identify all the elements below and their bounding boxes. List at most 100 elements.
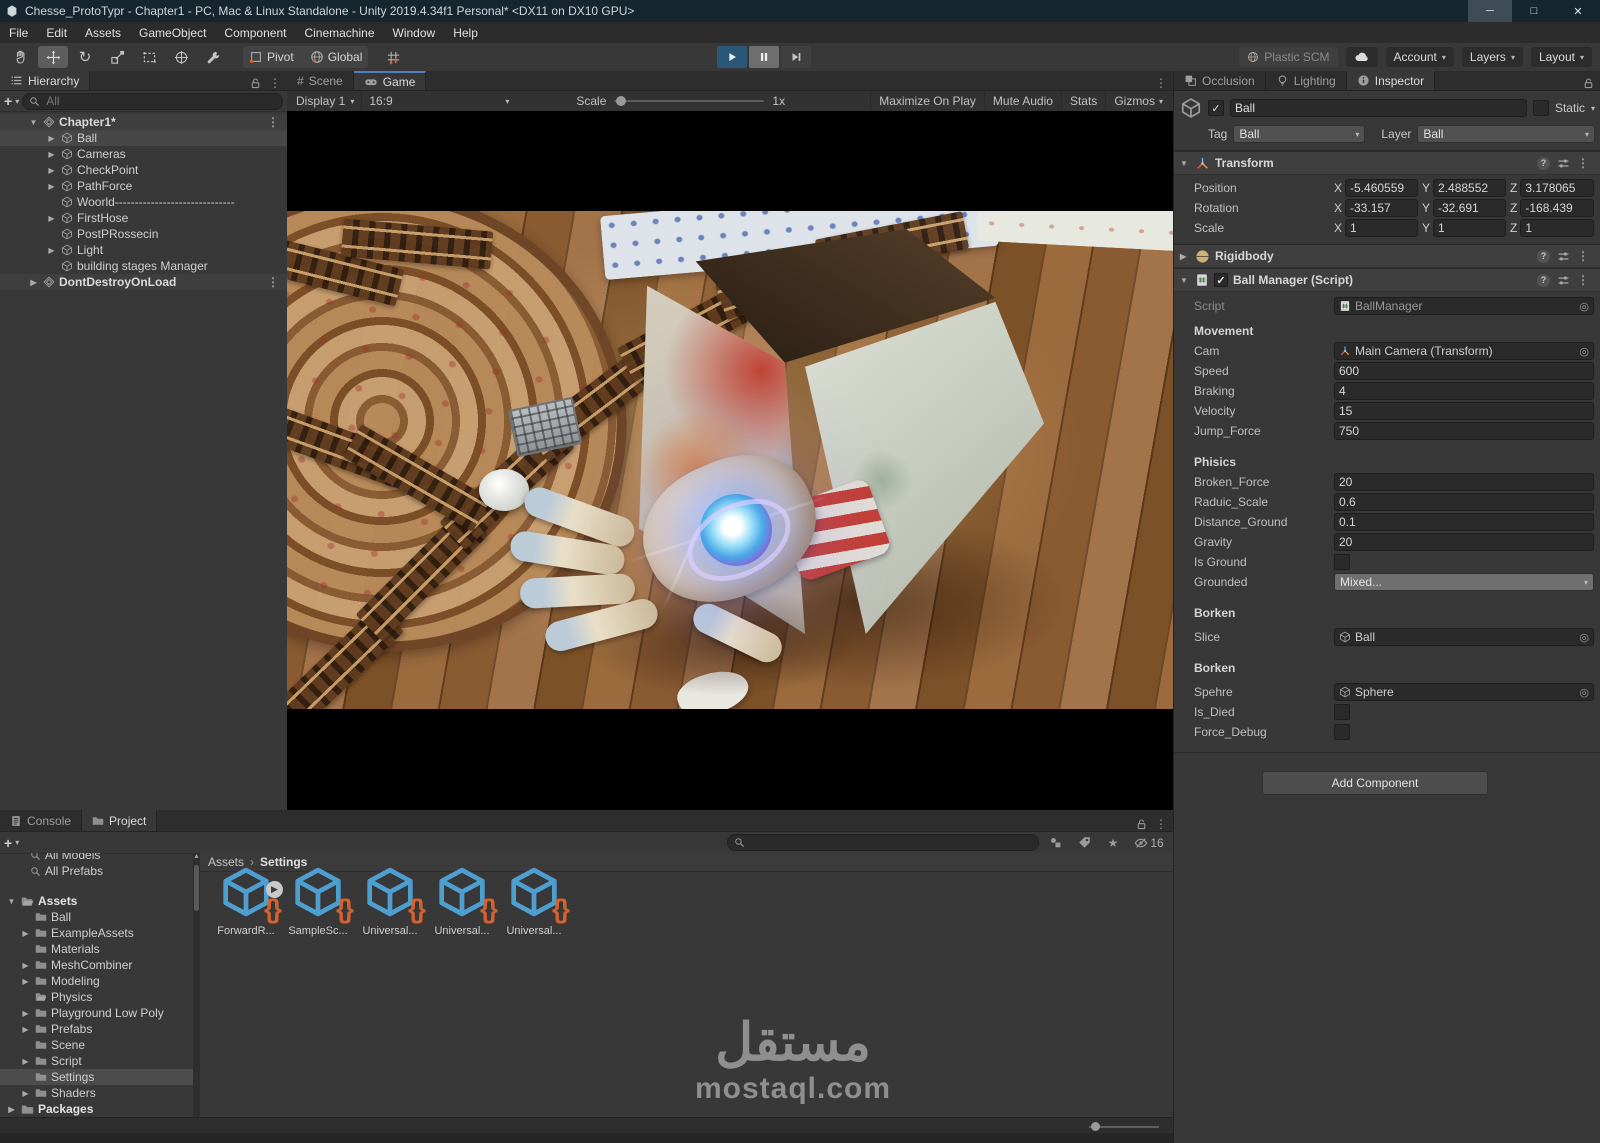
lock-icon[interactable] — [1582, 77, 1595, 90]
tree-item-playground-low-poly[interactable]: ▶ Playground Low Poly — [0, 1005, 200, 1021]
pause-button[interactable] — [749, 46, 779, 68]
tab-lighting[interactable]: Lighting — [1265, 71, 1347, 90]
tree-item-assets[interactable]: ▼ Assets — [0, 893, 200, 909]
active-checkbox[interactable]: ✓ — [1208, 100, 1224, 116]
object-picker-icon[interactable]: ◎ — [1579, 686, 1589, 699]
pivot-toggle[interactable]: Pivot — [267, 50, 294, 64]
scale-x-field[interactable] — [1345, 219, 1418, 237]
slice-object-field[interactable]: Ball ◎ — [1334, 628, 1594, 646]
mute-audio-button[interactable]: Mute Audio — [983, 91, 1061, 111]
kebab-menu-icon[interactable]: ⋮ — [1155, 817, 1167, 831]
hierarchy-item[interactable]: ▶ FirstHose — [0, 210, 287, 226]
project-search[interactable] — [727, 834, 1039, 851]
hierarchy-item[interactable]: ▶ Cameras — [0, 146, 287, 162]
minimize-button[interactable]: ─ — [1468, 0, 1512, 22]
rotation-y-field[interactable] — [1433, 199, 1506, 217]
custom-tool-button[interactable] — [198, 46, 228, 68]
asset-item[interactable]: {} SampleSc... — [286, 867, 354, 937]
tree-item-meshcombiner[interactable]: ▶ MeshCombiner — [0, 957, 200, 973]
asset-item[interactable]: {} Universal... — [358, 867, 426, 937]
hierarchy-item[interactable]: ▶ Ball — [0, 130, 287, 146]
add-gameobject-button[interactable]: + — [4, 93, 12, 109]
thumbnail-size-slider[interactable] — [1089, 1121, 1159, 1131]
tree-item-script[interactable]: ▶ Script — [0, 1053, 200, 1069]
slider-knob[interactable] — [1091, 1121, 1100, 1131]
menu-window[interactable]: Window — [384, 22, 445, 43]
tree-item-ball[interactable]: Ball — [0, 909, 200, 925]
project-tree-scrollbar[interactable]: ▲ — [193, 853, 200, 1117]
component-enabled-checkbox[interactable]: ✓ — [1214, 273, 1228, 287]
tab-scene[interactable]: # Scene — [287, 71, 354, 90]
search-by-type-button[interactable] — [1042, 836, 1068, 849]
spehre-object-field[interactable]: Sphere ◎ — [1334, 683, 1594, 701]
tab-console[interactable]: Console — [0, 810, 83, 831]
menu-gameobject[interactable]: GameObject — [130, 22, 215, 43]
maximize-button[interactable]: □ — [1512, 0, 1556, 22]
grid-snap-button[interactable] — [378, 46, 408, 68]
velocity-field[interactable] — [1334, 402, 1594, 420]
presets-icon[interactable] — [1557, 157, 1570, 170]
global-toggle[interactable]: Global — [328, 50, 363, 64]
is-died-checkbox[interactable] — [1334, 704, 1350, 720]
menu-edit[interactable]: Edit — [37, 22, 76, 43]
object-picker-icon[interactable]: ◎ — [1579, 300, 1589, 313]
tab-project[interactable]: Project — [82, 810, 158, 831]
search-by-label-button[interactable] — [1071, 836, 1097, 849]
hierarchy-search[interactable] — [22, 92, 283, 110]
raduic-scale-field[interactable] — [1334, 493, 1594, 511]
rotation-z-field[interactable] — [1520, 199, 1594, 217]
kebab-menu-icon[interactable]: ⋮ — [1155, 76, 1167, 90]
tree-item-packages[interactable]: ▶ Packages — [0, 1101, 200, 1117]
saved-search-all-prefabs[interactable]: All Prefabs — [0, 863, 200, 879]
play-button[interactable] — [717, 46, 747, 68]
account-dropdown[interactable]: Account ▾ — [1385, 47, 1454, 67]
cam-object-field[interactable]: Main Camera (Transform) ◎ — [1334, 342, 1594, 360]
static-checkbox[interactable] — [1532, 100, 1549, 116]
transform-tool-button[interactable] — [166, 46, 196, 68]
hierarchy-item[interactable]: building stages Manager — [0, 258, 287, 274]
hierarchy-item-dontdestroy[interactable]: ▶ DontDestroyOnLoad ⋮ — [0, 274, 287, 290]
tab-hierarchy[interactable]: Hierarchy — [0, 71, 91, 90]
tab-occlusion[interactable]: Occlusion — [1174, 71, 1266, 90]
hierarchy-item[interactable]: ▶ Light — [0, 242, 287, 258]
kebab-menu-icon[interactable]: ⋮ — [267, 115, 287, 129]
tree-item-settings[interactable]: Settings — [0, 1069, 200, 1085]
menu-cinemachine[interactable]: Cinemachine — [295, 22, 383, 43]
chevron-down-icon[interactable]: ▾ — [1591, 104, 1595, 113]
tab-inspector[interactable]: Inspector — [1346, 71, 1436, 90]
move-tool-button[interactable] — [38, 46, 68, 68]
kebab-menu-icon[interactable]: ⋮ — [267, 275, 287, 289]
saved-search-all-models[interactable]: All Models — [0, 853, 200, 863]
help-icon[interactable]: ? — [1537, 273, 1550, 287]
presets-icon[interactable] — [1557, 250, 1570, 263]
broken-force-field[interactable] — [1334, 473, 1594, 491]
help-icon[interactable]: ? — [1537, 249, 1550, 263]
kebab-menu-icon[interactable]: ⋮ — [1577, 249, 1589, 263]
project-search-input[interactable] — [749, 834, 1032, 851]
scale-tool-button[interactable] — [102, 46, 132, 68]
object-picker-icon[interactable]: ◎ — [1579, 631, 1589, 644]
tab-game[interactable]: Game — [353, 71, 427, 90]
hierarchy-item-scene[interactable]: ▼ Chapter1* ⋮ — [0, 114, 287, 130]
game-viewport[interactable] — [287, 111, 1173, 810]
menu-component[interactable]: Component — [215, 22, 295, 43]
presets-icon[interactable] — [1557, 274, 1570, 287]
transform-component-header[interactable]: ▼ Transform ? ⋮ — [1174, 151, 1600, 175]
kebab-menu-icon[interactable]: ⋮ — [1577, 273, 1589, 287]
step-button[interactable] — [781, 46, 811, 68]
gameobject-name-field[interactable] — [1230, 99, 1527, 117]
distance-ground-field[interactable] — [1334, 513, 1594, 531]
scale-slider[interactable] — [614, 96, 765, 106]
hierarchy-item[interactable]: PostPRossecin — [0, 226, 287, 242]
jump-force-field[interactable] — [1334, 422, 1594, 440]
hand-tool-button[interactable] — [6, 46, 36, 68]
tree-item-scene[interactable]: Scene — [0, 1037, 200, 1053]
hierarchy-item[interactable]: Woorld------------------------------ — [0, 194, 287, 210]
grounded-dropdown[interactable]: Mixed... ▾ — [1334, 573, 1594, 591]
menu-help[interactable]: Help — [444, 22, 487, 43]
is-ground-checkbox[interactable] — [1334, 554, 1350, 570]
help-icon[interactable]: ? — [1537, 156, 1550, 170]
rotate-tool-button[interactable]: ↻ — [70, 46, 100, 68]
lock-icon[interactable] — [249, 77, 262, 90]
asset-item[interactable]: {} Universal... — [430, 867, 498, 937]
